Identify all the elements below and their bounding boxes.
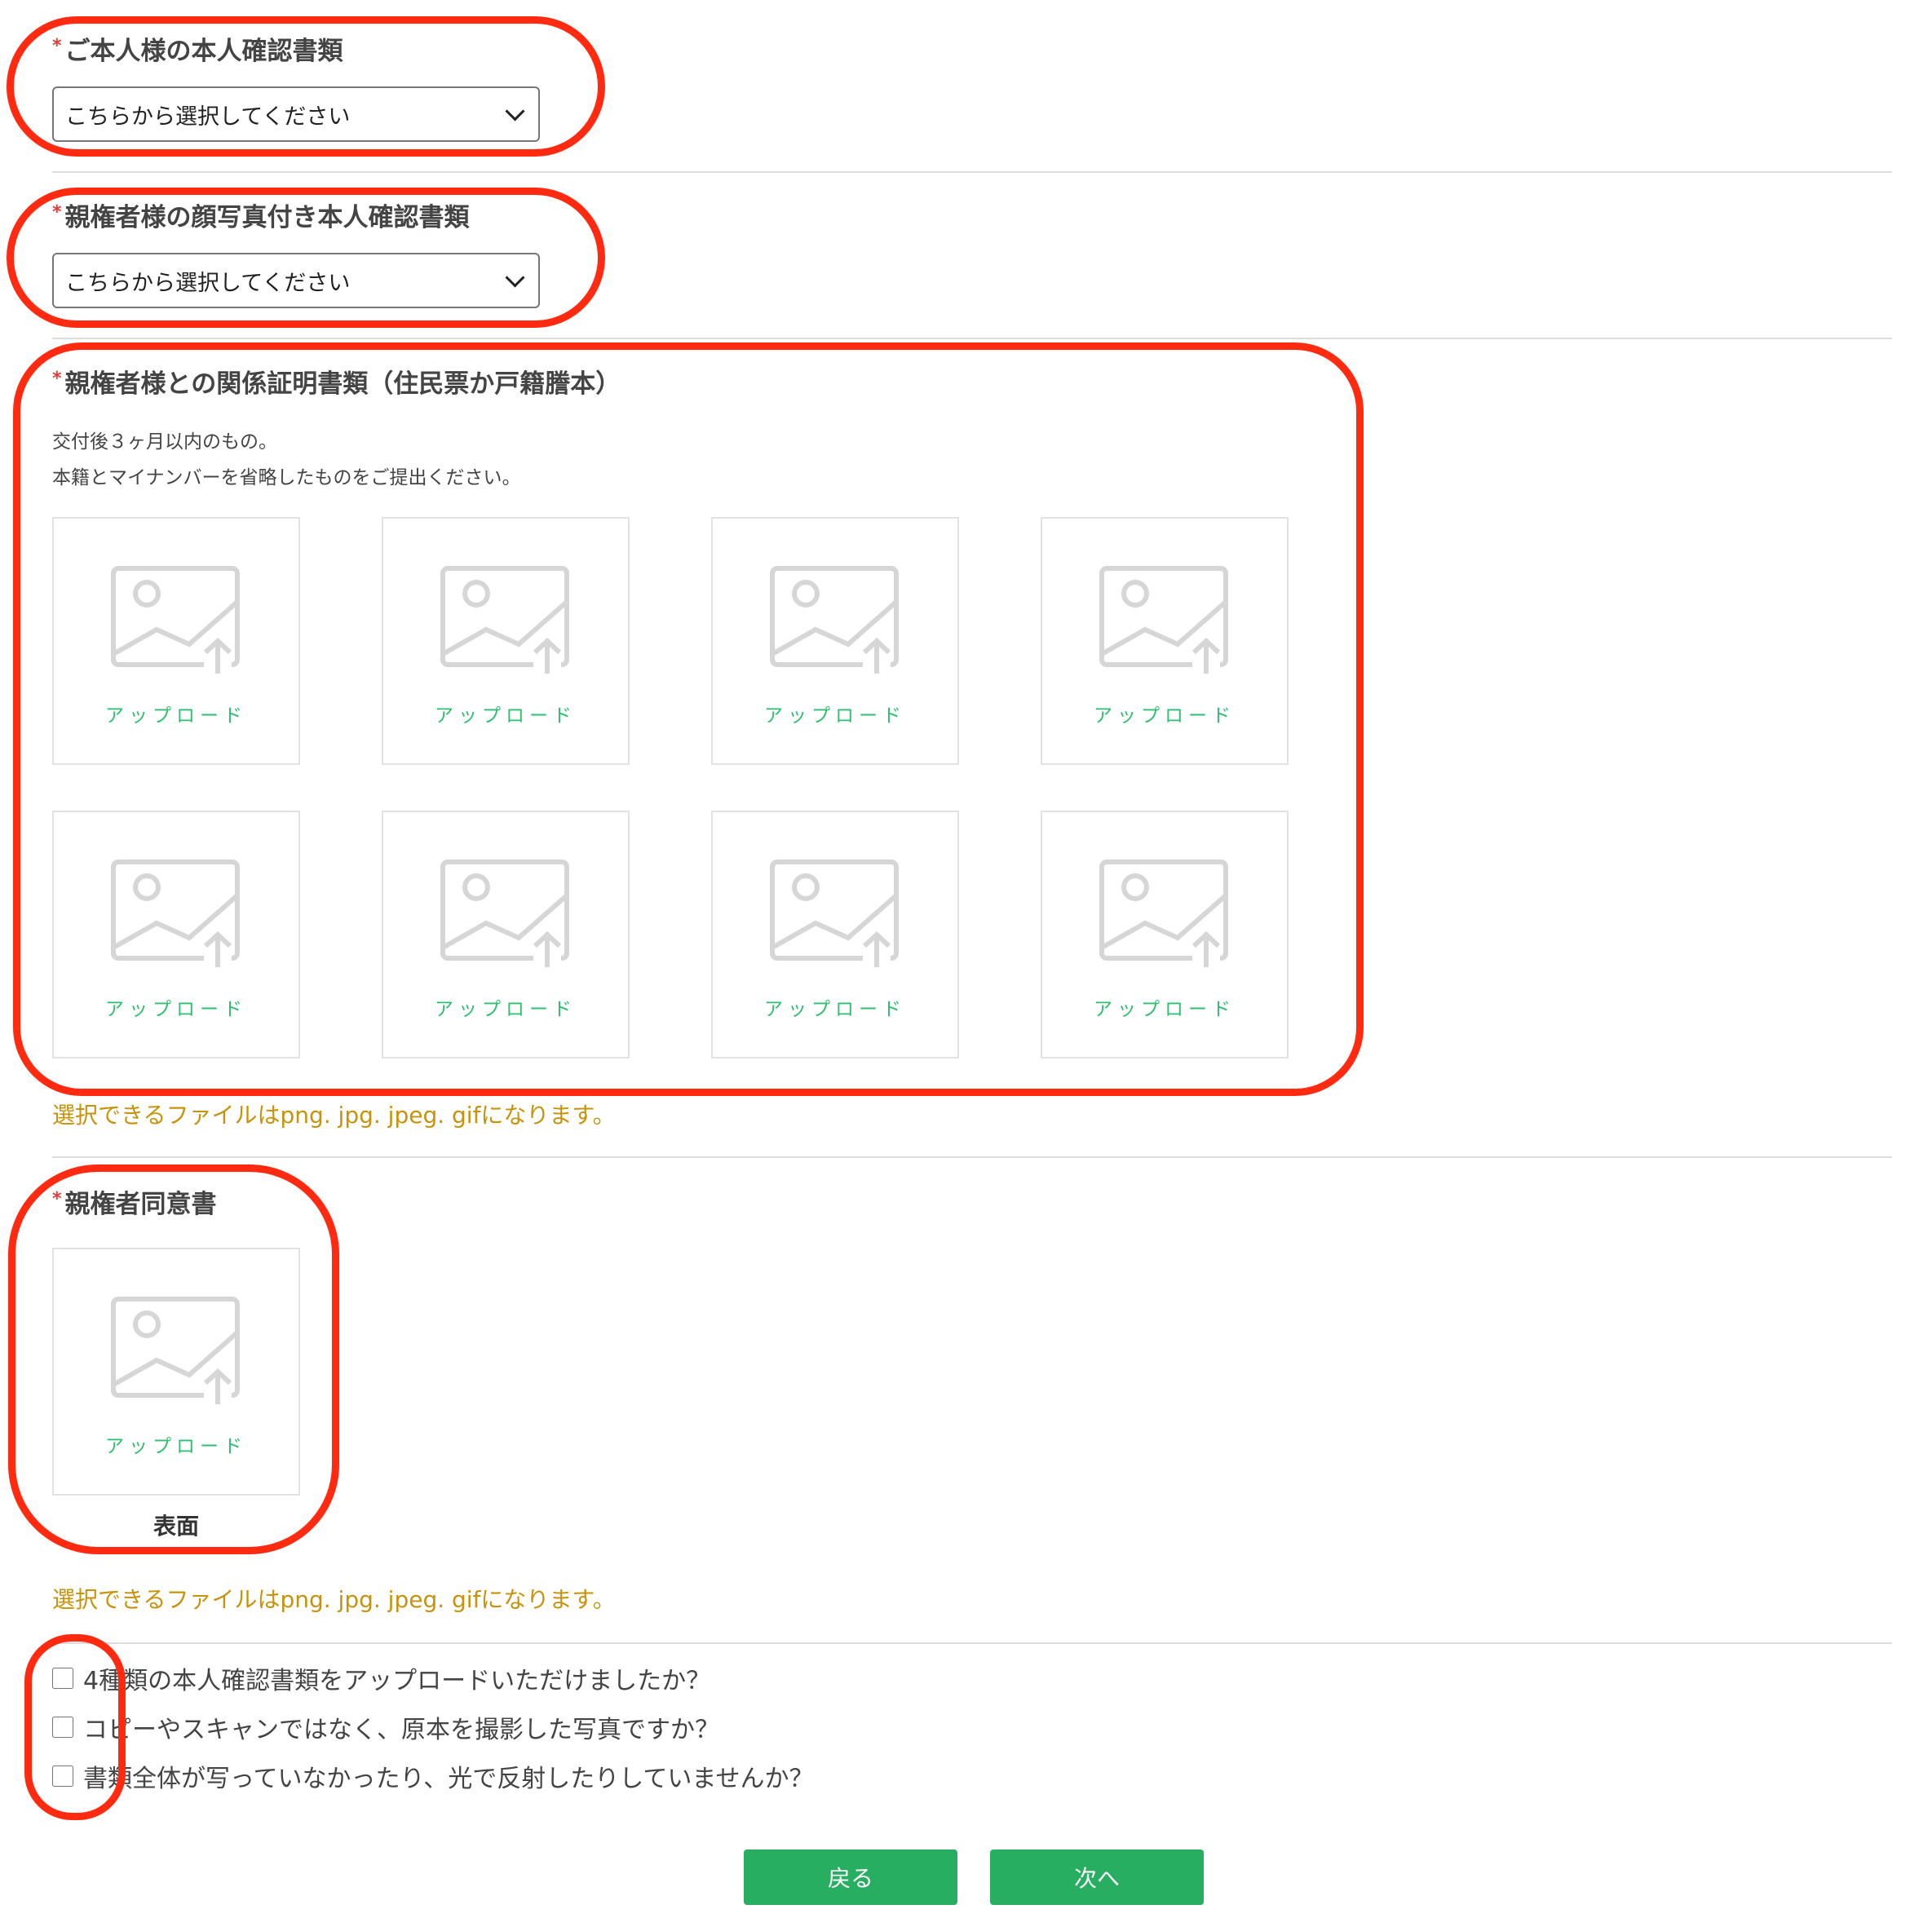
relationship-proof-upload-box[interactable]: アップロード [711,517,959,765]
upload-label: アップロード [764,705,906,727]
relationship-proof-upload-box[interactable]: アップロード [1041,517,1289,765]
relationship-proof-upload-box[interactable]: アップロード [382,811,630,1058]
image-upload-icon [111,860,240,967]
next-button[interactable]: 次へ [990,1850,1204,1905]
relationship-proof-upload-box[interactable]: アップロード [711,811,959,1058]
upload-label: アップロード [435,999,577,1020]
divider [52,338,1892,339]
upload-label: アップロード [105,999,247,1020]
upload-label: アップロード [105,1436,247,1457]
image-upload-icon [111,1297,240,1404]
relationship-proof-note-2: 本籍とマイナンバーを省略したものをご提出ください。 [52,467,521,488]
checklist-checkbox[interactable] [52,1717,73,1738]
relationship-proof-upload-box[interactable]: アップロード [52,517,300,765]
upload-label: アップロード [1094,705,1236,727]
guardian-consent-label: * 親権者同意書 [52,1189,217,1219]
upload-label: アップロード [1094,999,1236,1020]
consent-side-caption: 表面 [153,1513,199,1540]
checklist-item-uploaded-all[interactable]: 4種類の本人確認書類をアップロードいただけましたか？ [52,1660,710,1696]
relationship-proof-upload-box[interactable]: アップロード [52,811,300,1058]
checklist-item-original-photo[interactable]: コピーやスキャンではなく、原本を撮影した写真ですか？ [52,1709,719,1745]
image-upload-icon [111,566,240,674]
relationship-proof-upload-box[interactable]: アップロード [1041,811,1289,1058]
divider [52,1642,1892,1644]
image-upload-icon [440,860,569,967]
upload-label: アップロード [764,999,906,1020]
relationship-proof-upload-box[interactable]: アップロード [382,517,630,765]
guardian-photo-id-label: * 親権者様の顔写真付き本人確認書類 [52,202,470,232]
back-button[interactable]: 戻る [744,1850,957,1905]
divider [52,171,1892,173]
upload-label: アップロード [435,705,577,727]
applicant-id-label: * ご本人様の本人確認書類 [52,36,343,66]
required-mark: * [52,1189,62,1209]
image-upload-icon [440,566,569,674]
relationship-proof-note-1: 交付後３ヶ月以内のもの。 [52,431,277,453]
consent-file-hint: 選択できるファイルはpng. jpg. jpeg. gifになります。 [52,1586,616,1613]
divider [52,1156,1892,1158]
chevron-down-icon [505,267,525,288]
guardian-photo-id-select[interactable]: こちらから選択してください [52,253,540,308]
relationship-proof-label: * 親権者様との関係証明書類（住民票か戸籍謄本） [52,369,621,399]
required-mark: * [52,369,62,389]
checklist-checkbox[interactable] [52,1668,73,1689]
consent-upload-box[interactable]: アップロード [52,1248,300,1496]
chevron-down-icon [505,100,525,122]
image-upload-icon [770,860,899,967]
image-upload-icon [770,566,899,674]
checklist-checkbox[interactable] [52,1766,73,1787]
required-mark: * [52,202,62,223]
upload-label: アップロード [105,705,247,727]
applicant-id-select[interactable]: こちらから選択してください [52,86,540,142]
relationship-proof-file-hint: 選択できるファイルはpng. jpg. jpeg. gifになります。 [52,1102,616,1129]
required-mark: * [52,36,62,56]
checklist-item-no-glare[interactable]: 書類全体が写っていなかったり、光で反射したりしていませんか？ [52,1758,814,1794]
image-upload-icon [1099,860,1228,967]
image-upload-icon [1099,566,1228,674]
